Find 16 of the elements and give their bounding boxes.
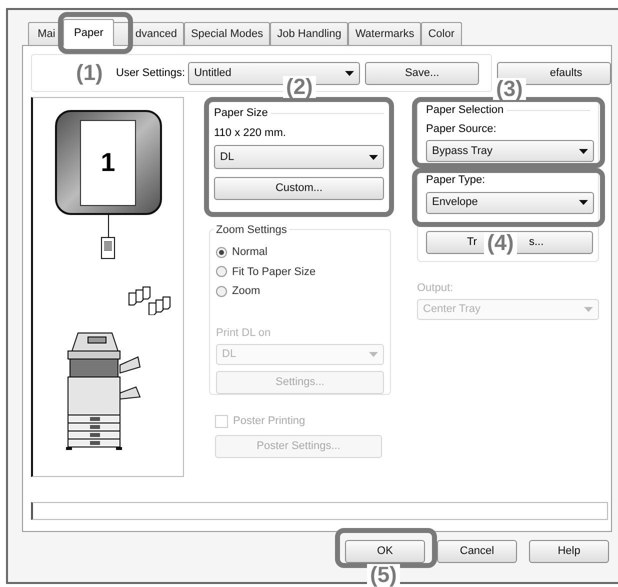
paper-source-label: Paper Source: xyxy=(426,122,498,136)
output-label: Output: xyxy=(417,281,454,296)
button-text: Tr xyxy=(467,234,477,250)
button-text: s... xyxy=(528,234,544,250)
group-title: Zoom Settings xyxy=(214,222,289,238)
page-number: 1 xyxy=(80,120,136,206)
paper-dimensions: 110 x 220 mm. xyxy=(214,126,287,140)
callout-tooltip: (5) xyxy=(367,564,400,586)
group-title: Paper Selection xyxy=(426,103,504,118)
print-on-label: Print DL on xyxy=(216,326,272,340)
callout-tooltip: (4) xyxy=(484,232,517,254)
callout-tooltip: (2) xyxy=(283,76,316,98)
user-settings-label: User Settings: xyxy=(116,66,186,81)
callout-tooltip: (3) xyxy=(493,78,526,100)
paper-type-label: Paper Type: xyxy=(426,173,486,188)
group-title: Paper Size xyxy=(214,106,268,121)
